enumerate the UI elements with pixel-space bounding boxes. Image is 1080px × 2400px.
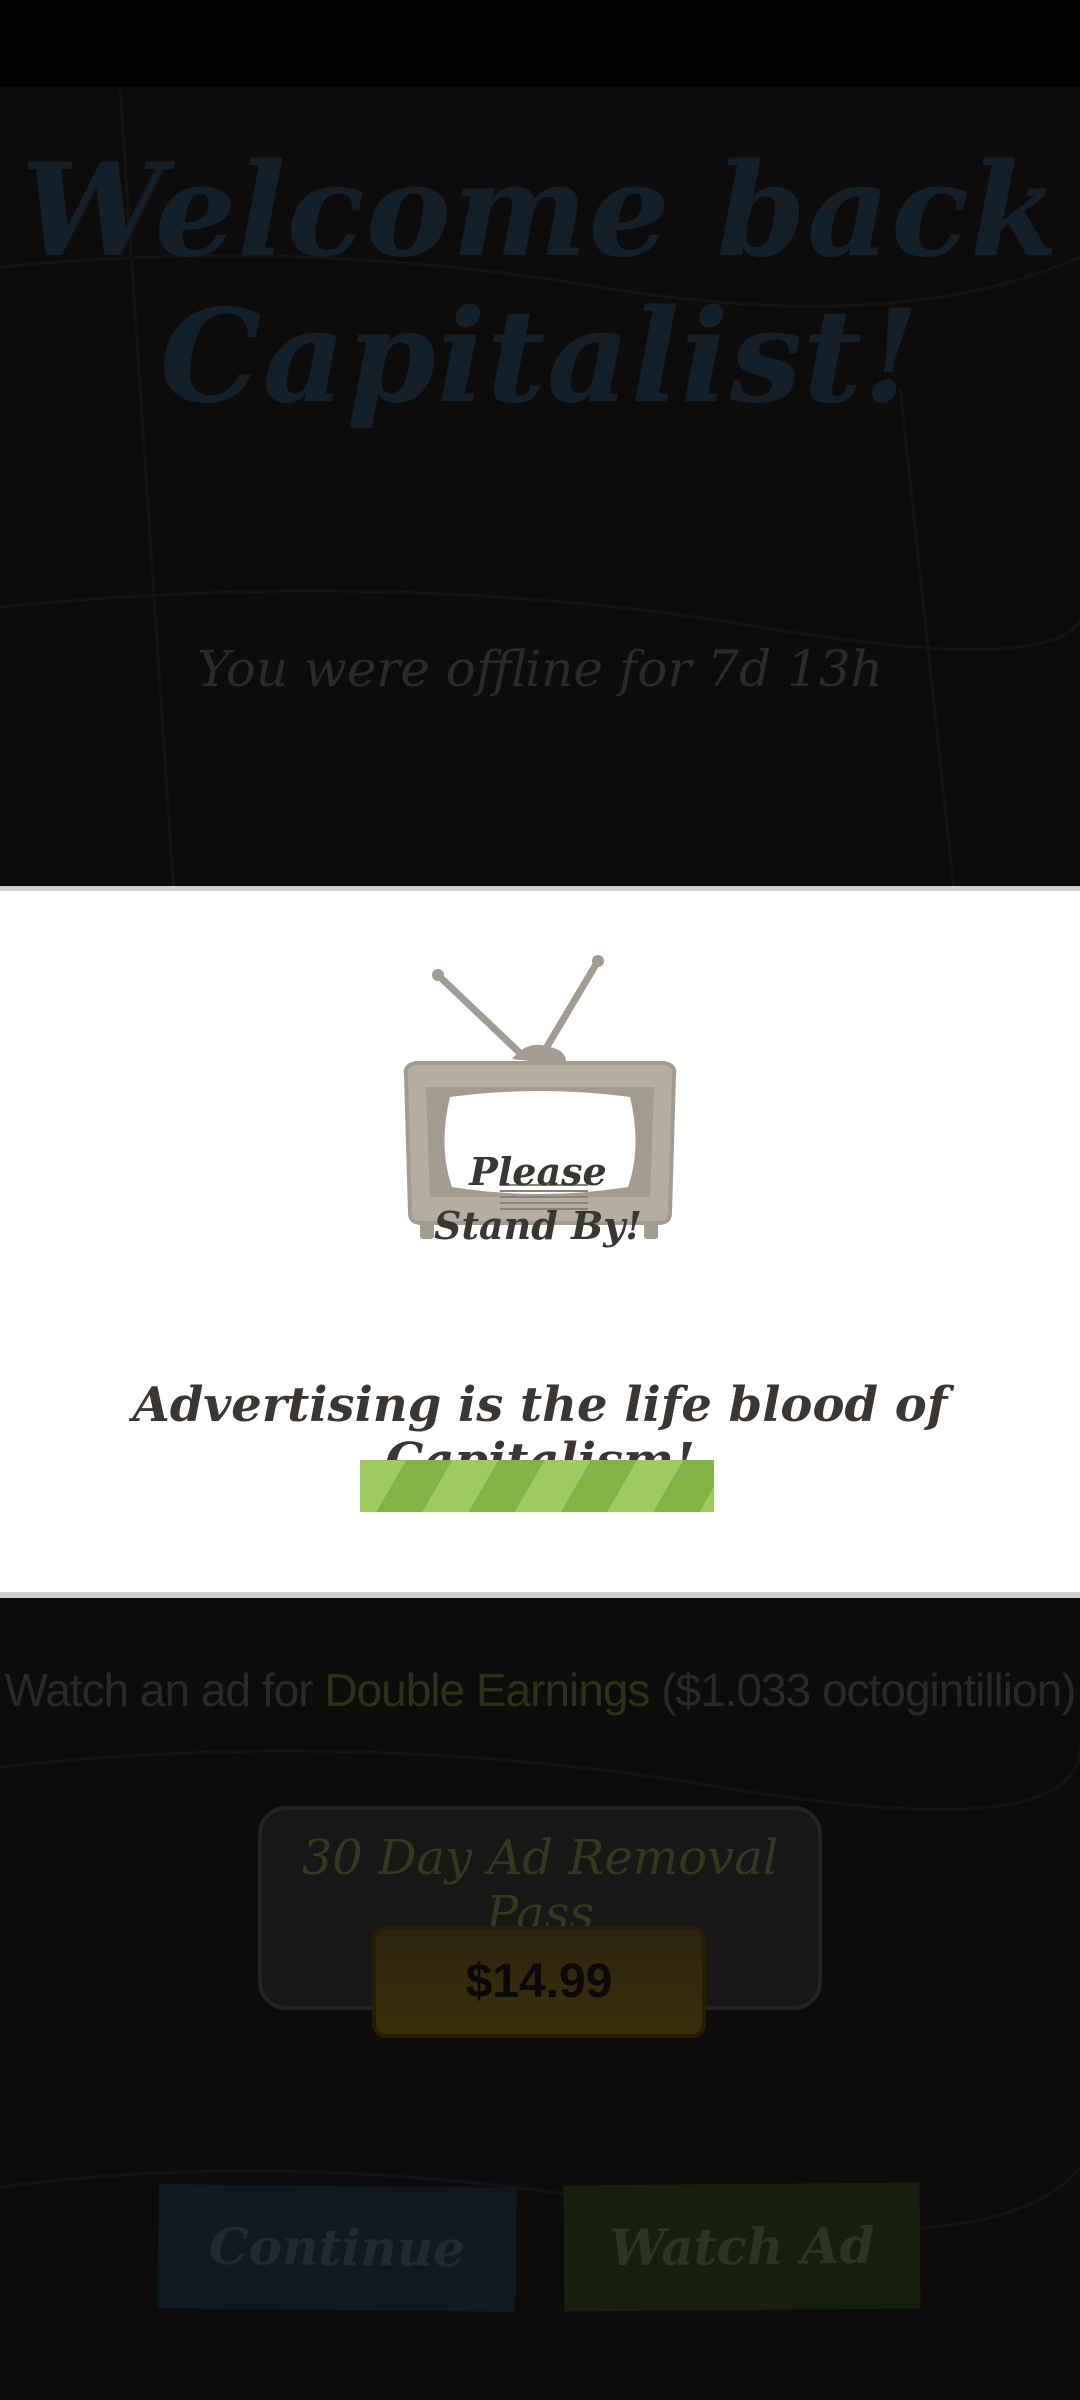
tv-screen-text-line1: Please bbox=[469, 1149, 607, 1194]
tv-screen-text-line2: Stand By! bbox=[434, 1203, 642, 1248]
double-earnings-label: Double Earnings bbox=[324, 1664, 650, 1716]
status-bar bbox=[0, 0, 1080, 87]
watch-ad-button[interactable]: Watch Ad bbox=[563, 2182, 921, 2312]
welcome-title-line1: Welcome back bbox=[20, 136, 1060, 286]
earnings-amount: ($1.033 octogintillion) bbox=[649, 1664, 1076, 1716]
buy-ad-removal-button[interactable]: $14.99 bbox=[372, 1926, 706, 2038]
retro-tv-icon bbox=[403, 955, 677, 1239]
ad-loading-progress-bar bbox=[360, 1460, 714, 1512]
watch-prefix: Watch an ad for bbox=[4, 1664, 325, 1716]
welcome-title: Welcome back Capitalist! bbox=[0, 138, 1080, 430]
welcome-title-line2: Capitalist! bbox=[159, 282, 921, 432]
double-earnings-offer: Watch an ad for Double Earnings ($1.033 … bbox=[0, 1663, 1080, 1717]
ad-loading-overlay: Please Stand By! Advertising is the life… bbox=[0, 886, 1080, 1598]
continue-button[interactable]: Continue bbox=[157, 2184, 517, 2312]
offline-duration-text: You were offline for 7d 13h bbox=[197, 640, 883, 698]
